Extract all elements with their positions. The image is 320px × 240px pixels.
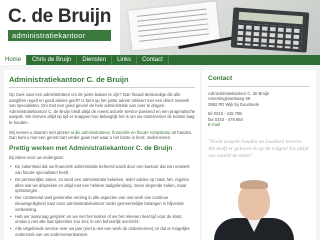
header-photo [120,0,320,55]
main-nav: Home Chris de Bruijn Diensten Links Cont… [0,55,320,65]
email-link[interactable]: E-mail [208,122,220,127]
site-header: C. de Bruijn administratiekantoor [0,0,320,55]
page-title: Administratiekantoor C. de Bruijn [9,75,129,84]
section-heading: Prettig werken met Administratiekantoor … [9,144,173,152]
sidebar-title: Contact [208,75,233,82]
benefits-list: De zakenheid dat uw financiële administr… [9,164,195,237]
services-link[interactable]: al die administratieve, financiële en fi… [70,130,170,135]
site-logo[interactable]: C. de Bruijn administratiekantoor [8,6,111,41]
logo-subtitle: administratiekantoor [8,30,111,41]
nav-item-chris-de-bruijn[interactable]: Chris de Bruijn [27,55,78,65]
list-item: De persoonlijke zaken, zo word een admin… [9,177,195,194]
list-item: Heb uw 'aanvraag gesprek' en we niet het… [9,214,195,225]
main-content: Administratiekantoor C. de Bruijn Op zoe… [4,70,200,240]
portrait-hair [240,180,268,189]
list-item: De zakenheid dat uw financiële administr… [9,164,195,175]
paragraph-text: Wij nemen u daarom met plezier [9,129,71,135]
title-divider [9,87,195,88]
list-intro: Bij zaken voor uw ondergaan: [9,154,65,160]
list-item: Alle uitgebreide service over uw jaar (m… [9,226,195,237]
intro-paragraph: Op zoek naar een administrateur om de ju… [9,92,195,125]
nav-item-home[interactable]: Home [0,55,28,65]
nav-item-contact[interactable]: Contact [137,55,169,65]
sidebar-divider [208,86,310,87]
calculator [230,7,310,53]
testimonial-quote: "Nooit actuele houden en kwaliteit lever… [208,139,309,160]
second-paragraph: Wij nemen u daarom met plezier al die ad… [9,130,195,141]
logo-name: C. de Bruijn [8,6,112,27]
list-item: Der contienetal vast genieneke omzing in… [9,195,195,212]
nav-item-links[interactable]: Links [112,55,138,65]
portrait-photo [214,180,294,240]
nav-item-diensten[interactable]: Diensten [77,55,113,65]
